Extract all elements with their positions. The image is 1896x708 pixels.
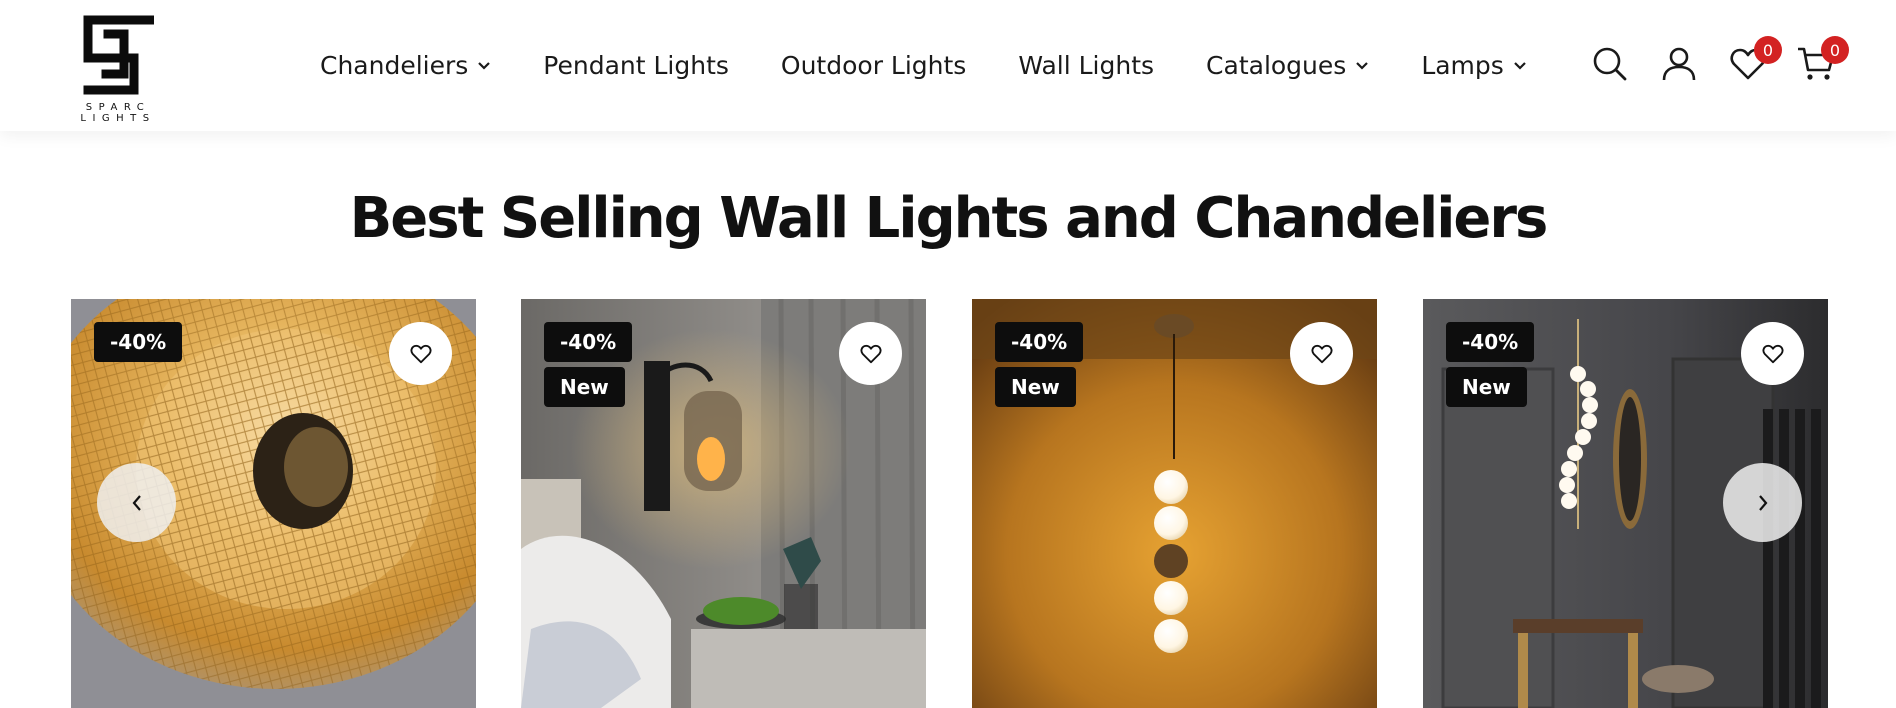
nav-item-label: Catalogues: [1206, 51, 1347, 80]
nav-item-catalogues[interactable]: Catalogues: [1206, 51, 1369, 80]
nav-item-label: Lamps: [1421, 51, 1504, 80]
nav-item-wall-lights[interactable]: Wall Lights: [1018, 51, 1154, 80]
new-badge: New: [1446, 367, 1527, 407]
main-navigation: Chandeliers Pendant Lights Outdoor Light…: [320, 0, 1579, 131]
chevron-right-icon: [1758, 494, 1767, 511]
section-title: Best Selling Wall Lights and Chandeliers: [349, 186, 1549, 251]
heart-icon: [1311, 344, 1332, 363]
brand-name: SPARC LIGHTS: [80, 102, 156, 124]
slider-next-button[interactable]: [1723, 463, 1802, 542]
nav-item-label: Wall Lights: [1018, 51, 1155, 80]
product-card[interactable]: -40% New: [972, 299, 1377, 708]
chevron-down-icon: [477, 59, 491, 73]
add-to-wishlist-button[interactable]: [839, 322, 902, 385]
nav-item-label: Pendant Lights: [543, 51, 729, 80]
chevron-down-icon: [1355, 59, 1369, 73]
search-icon[interactable]: [1592, 46, 1628, 82]
cart-button[interactable]: 0: [1797, 36, 1849, 82]
nav-item-pendant-lights[interactable]: Pendant Lights: [543, 51, 729, 80]
user-icon[interactable]: [1661, 46, 1697, 82]
wishlist-count-badge: 0: [1754, 36, 1782, 64]
nav-item-outdoor-lights[interactable]: Outdoor Lights: [781, 51, 966, 80]
nav-item-label: Outdoor Lights: [780, 51, 967, 80]
add-to-wishlist-button[interactable]: [389, 322, 452, 385]
nav-item-label: Chandeliers: [320, 51, 469, 80]
wishlist-button[interactable]: 0: [1730, 36, 1782, 82]
chevron-down-icon: [1513, 59, 1527, 73]
heart-icon: [1762, 344, 1783, 363]
heart-icon: [410, 344, 431, 363]
discount-badge: -40%: [1446, 322, 1535, 362]
nav-item-lamps[interactable]: Lamps: [1421, 51, 1527, 80]
chevron-left-icon: [132, 494, 141, 511]
add-to-wishlist-button[interactable]: [1741, 322, 1804, 385]
nav-item-chandeliers[interactable]: Chandeliers: [320, 51, 491, 80]
site-header: SPARC LIGHTS Chandeliers Pendant Lights …: [0, 0, 1896, 131]
brand-logo[interactable]: SPARC LIGHTS: [46, 14, 190, 124]
heart-icon: [860, 344, 881, 363]
add-to-wishlist-button[interactable]: [1290, 322, 1353, 385]
new-badge: New: [544, 367, 625, 407]
logo-mark-icon: [83, 15, 154, 95]
discount-badge: -40%: [544, 322, 633, 362]
new-badge: New: [995, 367, 1076, 407]
discount-badge: -40%: [995, 322, 1084, 362]
product-card[interactable]: -40% New: [521, 299, 926, 708]
discount-badge: -40%: [94, 322, 183, 362]
cart-count-badge: 0: [1821, 36, 1849, 64]
slider-prev-button[interactable]: [97, 463, 176, 542]
